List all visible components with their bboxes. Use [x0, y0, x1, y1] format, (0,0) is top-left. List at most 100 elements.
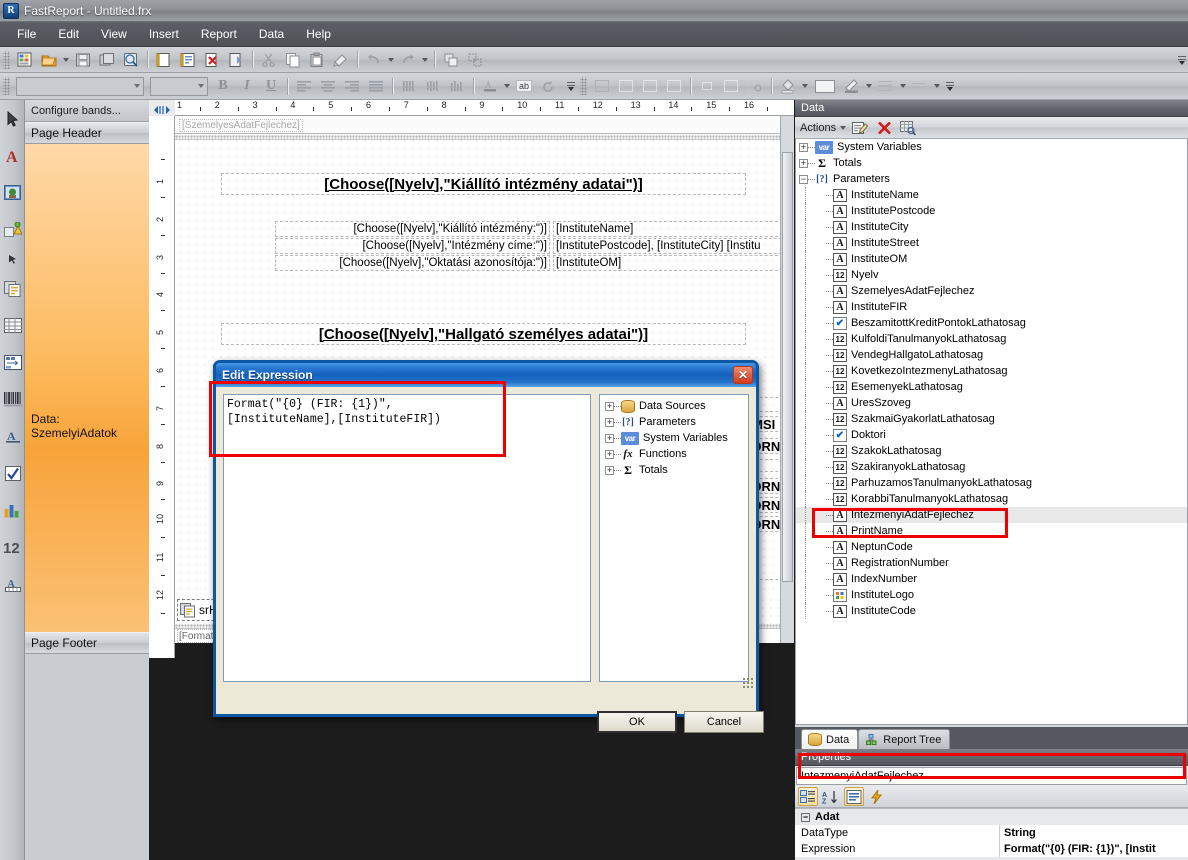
matrix-tool[interactable] — [0, 344, 25, 381]
expression-source-tree[interactable]: + Data Sources + [?] Parameters + var Sy… — [599, 394, 749, 682]
dlg-tree-system-variables[interactable]: + var System Variables — [600, 430, 748, 446]
band-data[interactable]: Data: SzemelyiAdatok — [25, 144, 149, 654]
alphabetical-view-button[interactable]: AZ — [821, 787, 841, 806]
chevron-down-icon[interactable] — [386, 50, 396, 70]
text-rotation-button[interactable]: ab — [513, 75, 535, 97]
new-page-button[interactable] — [153, 49, 175, 71]
tree-parameter-row[interactable]: A UresSzoveg — [796, 395, 1187, 411]
valign-middle-button[interactable] — [422, 75, 444, 97]
select-tool[interactable] — [0, 100, 25, 137]
save-report-button[interactable] — [72, 49, 94, 71]
redo-button[interactable] — [397, 49, 419, 71]
font-name-combo[interactable] — [16, 76, 144, 96]
band-page-footer[interactable]: Page Footer — [25, 632, 149, 654]
tree-parameter-row[interactable]: 12 KorabbiTanulmanyokLathatosag — [796, 491, 1187, 507]
expand-icon[interactable]: + — [605, 401, 614, 411]
tree-parameter-row[interactable]: 12 SzakiranyokLathatosag — [796, 459, 1187, 475]
border-left-button[interactable] — [639, 75, 661, 97]
edit-datasource-button[interactable] — [849, 117, 871, 139]
dialog-title-bar[interactable]: Edit Expression ✕ — [216, 363, 756, 387]
report-title-institute[interactable]: [Choose([Nyelv],"Kiállító intézmény adat… — [221, 173, 746, 195]
band-nav-arrows[interactable] — [153, 104, 175, 115]
tree-parameter-row[interactable]: A SzemelyesAdatFejlechez — [796, 283, 1187, 299]
underline-button[interactable]: U — [260, 75, 282, 97]
collapse-icon[interactable]: − — [801, 812, 810, 822]
border-pen-button[interactable] — [841, 75, 863, 97]
label-institute-address[interactable]: [Choose([Nyelv],"Intézmény címe:")] — [275, 238, 550, 254]
open-report-button[interactable] — [38, 49, 60, 71]
expand-icon[interactable]: + — [799, 142, 808, 152]
ok-button[interactable]: OK — [597, 711, 677, 733]
align-left-button[interactable] — [293, 75, 315, 97]
tree-parameter-row[interactable]: A InstituteName — [796, 187, 1187, 203]
copy-button[interactable] — [282, 49, 304, 71]
border-toolbar-overflow-button[interactable] — [944, 75, 956, 97]
checkbox-tool[interactable] — [0, 455, 25, 492]
valign-top-button[interactable] — [398, 75, 420, 97]
table-tool[interactable] — [0, 307, 25, 344]
format-painter-button[interactable] — [330, 49, 352, 71]
border-color-swatch[interactable] — [811, 75, 839, 97]
menu-file[interactable]: File — [6, 24, 47, 44]
tree-parameter-row[interactable]: InstituteLogo — [796, 587, 1187, 603]
text-tool[interactable]: A — [0, 137, 25, 174]
report-title-student[interactable]: [Choose([Nyelv],"Hallgató személyes adat… — [221, 323, 746, 345]
view-data-button[interactable] — [897, 117, 919, 139]
page-header-object[interactable]: [SzemelyesAdatFejlechez] — [179, 119, 303, 132]
properties-object-name[interactable]: IntezmenyiAdatFejlechez — [796, 767, 1187, 785]
value-institute-name[interactable]: [InstituteName] — [553, 221, 793, 237]
properties-grid[interactable]: − Adat DataType String Expression Format("{0}… — [795, 808, 1188, 860]
font-size-combo[interactable] — [150, 76, 208, 96]
configure-bands-button[interactable]: Configure bands... — [25, 100, 149, 122]
chevron-down-icon[interactable] — [898, 76, 908, 96]
property-value[interactable]: Format("{0} (FIR: {1})", [Instit — [1000, 841, 1188, 857]
italic-button[interactable]: I — [236, 75, 258, 97]
tree-parameter-row[interactable]: 12 KulfoldiTanulmanyokLathatosag — [796, 331, 1187, 347]
border-bottom-button[interactable] — [720, 75, 742, 97]
value-institute-om[interactable]: [InstituteOM] — [553, 255, 793, 271]
close-icon[interactable]: ✕ — [733, 366, 753, 384]
undo-button[interactable] — [363, 49, 385, 71]
menu-edit[interactable]: Edit — [47, 24, 90, 44]
menu-report[interactable]: Report — [190, 24, 248, 44]
tree-parameter-row[interactable]: A IntezmenyiAdatFejlechez — [796, 507, 1187, 523]
fill-color-button[interactable] — [777, 75, 799, 97]
chevron-down-icon[interactable] — [932, 76, 942, 96]
line-tool[interactable] — [0, 248, 25, 270]
toolbar-grip[interactable] — [3, 77, 10, 95]
data-tree[interactable]: + var System Variables + Σ Totals − [?] … — [795, 139, 1188, 725]
toolbar-grip[interactable] — [3, 50, 10, 69]
categorized-view-button[interactable] — [798, 787, 818, 806]
dlg-tree-functions[interactable]: + fx Functions — [600, 446, 748, 462]
tree-parameter-row[interactable]: A RegistrationNumber — [796, 555, 1187, 571]
picture-tool[interactable] — [0, 174, 25, 211]
border-top-button[interactable] — [696, 75, 718, 97]
tree-parameter-row[interactable]: 12 SzakmaiGyakorlatLathatosag — [796, 411, 1187, 427]
tree-parameter-row[interactable]: A InstituteFIR — [796, 299, 1187, 315]
shape-tool[interactable] — [0, 211, 25, 248]
border-all-button[interactable] — [591, 75, 613, 97]
tab-report-tree[interactable]: Report Tree — [858, 729, 951, 749]
dlg-tree-parameters[interactable]: + [?] Parameters — [600, 414, 748, 430]
tree-totals[interactable]: + Σ Totals — [796, 155, 1187, 171]
align-right-button[interactable] — [341, 75, 363, 97]
align-justify-button[interactable] — [365, 75, 387, 97]
tree-system-variables[interactable]: + var System Variables — [796, 139, 1187, 155]
tree-parameter-row[interactable]: A InstituteCity — [796, 219, 1187, 235]
canvas-scrollbar-thumb[interactable] — [782, 152, 793, 582]
canvas-vertical-scrollbar[interactable] — [780, 116, 794, 643]
tree-parameter-row[interactable]: A InstituteOM — [796, 251, 1187, 267]
subreport-tool[interactable] — [0, 270, 25, 307]
chart-tool[interactable] — [0, 492, 25, 529]
tree-parameter-row[interactable]: A PrintName — [796, 523, 1187, 539]
property-category[interactable]: − Adat — [795, 809, 1188, 825]
new-report-button[interactable] — [14, 49, 36, 71]
tree-parameter-row[interactable]: 12 SzakokLathatosag — [796, 443, 1187, 459]
align-center-button[interactable] — [317, 75, 339, 97]
chevron-down-icon[interactable] — [420, 50, 430, 70]
band-page-header[interactable]: Page Header — [25, 122, 149, 144]
properties-view-button[interactable] — [844, 787, 864, 806]
expand-icon[interactable]: + — [605, 449, 614, 459]
menu-insert[interactable]: Insert — [138, 24, 190, 44]
valign-bottom-button[interactable] — [446, 75, 468, 97]
